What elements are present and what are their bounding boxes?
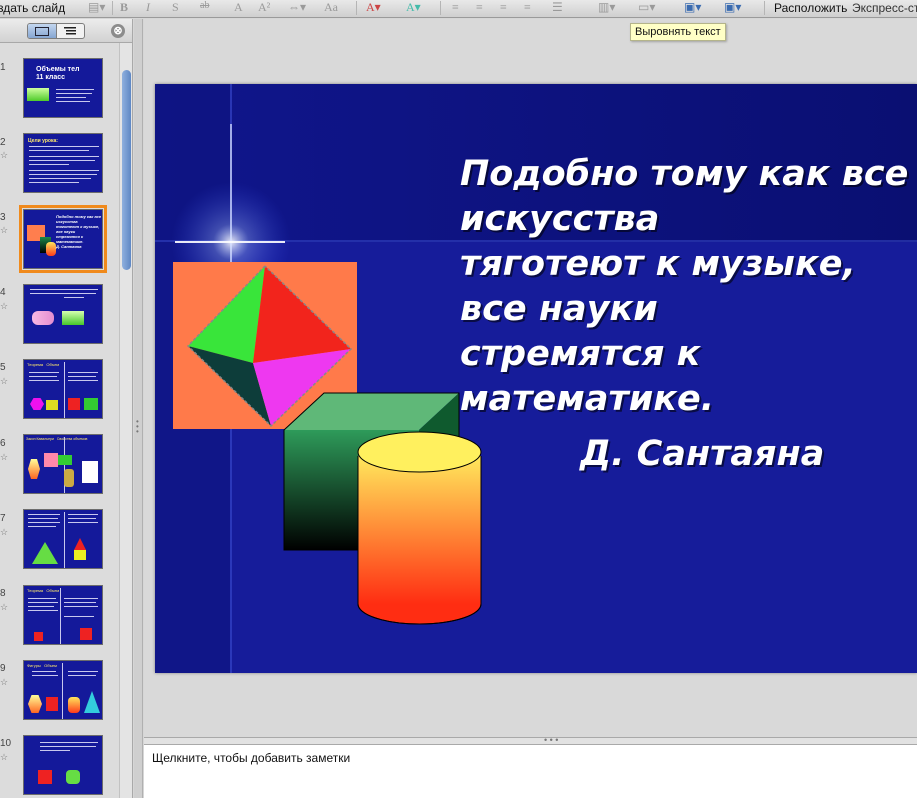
slide-quote-text[interactable]: Подобно тому как все искусства тяготеют …: [460, 152, 917, 422]
superscript-button[interactable]: A: [234, 0, 243, 14]
thumb-title: Цели урока:: [28, 138, 58, 144]
thumb-quote: Подобно тому как все искусства тяготеют …: [56, 214, 102, 249]
shadow-button[interactable]: S: [172, 0, 179, 14]
slide-number: 9: [0, 663, 6, 674]
slide-number: 10: [0, 738, 12, 749]
formatting-toolbar: здать слайд ▤▾ B I S ab A A² ⇔▾ Aa A▾ A▾…: [0, 0, 917, 18]
bullets-icon[interactable]: ☰: [552, 0, 563, 14]
toolbar-separator: [112, 1, 113, 15]
subscript-button[interactable]: A²: [258, 0, 270, 14]
layout-icon[interactable]: ▤▾: [88, 0, 105, 14]
outline-view-icon[interactable]: [57, 24, 85, 38]
transition-star-icon: ☆: [0, 225, 9, 235]
transition-star-icon: ☆: [0, 376, 9, 386]
slide-author-text[interactable]: Д. Сантаяна: [580, 432, 824, 477]
toolbar-separator: [356, 1, 357, 15]
slide-thumbnail-7[interactable]: [23, 509, 103, 569]
thumb-cylinder: [32, 311, 54, 325]
thumb-title: Теорема Объем: [27, 362, 60, 367]
character-spacing-icon[interactable]: ⇔▾: [288, 0, 306, 14]
slide-number: 3: [0, 212, 6, 223]
thumb-title: Теорема Объем: [27, 588, 60, 593]
columns-icon[interactable]: ▥▾: [598, 0, 615, 14]
slide-thumbnail-2[interactable]: Цели урока:: [23, 133, 103, 193]
change-case-button[interactable]: Aa: [324, 0, 338, 14]
slides-view-icon[interactable]: [28, 24, 57, 38]
slide-thumbnails-panel: ⊗ 1 Объемы тел 11 класс 2 ☆ Цели урока:: [0, 19, 133, 798]
align-text-icon[interactable]: ▣▾: [684, 0, 701, 14]
powerpoint-window: здать слайд ▤▾ B I S ab A A² ⇔▾ Aa A▾ A▾…: [0, 0, 917, 798]
new-slide-button[interactable]: здать слайд: [0, 1, 65, 15]
slide-thumbnail-10[interactable]: [23, 735, 103, 795]
notes-pane[interactable]: Щелкните, чтобы добавить заметки: [144, 745, 917, 798]
slide-number: 5: [0, 362, 6, 373]
transition-star-icon: ☆: [0, 752, 9, 762]
slide-number: 7: [0, 513, 6, 524]
splitter-grip-icon: • • •: [136, 417, 139, 436]
thumb-prism: [62, 311, 84, 325]
font-color-icon[interactable]: A▾: [366, 0, 381, 14]
thumb-cylinder: [46, 242, 56, 256]
italic-button[interactable]: I: [146, 0, 150, 14]
close-panel-icon[interactable]: ⊗: [111, 24, 125, 38]
quick-styles-button[interactable]: Экспресс-сти: [852, 1, 917, 15]
slide-thumbnail-6[interactable]: Закон Кавальери Свойства объемов: [23, 434, 103, 494]
justify-icon[interactable]: ≡: [524, 0, 531, 14]
slide-number: 6: [0, 438, 6, 449]
transition-star-icon: ☆: [0, 677, 9, 687]
slide-thumbnail-9[interactable]: Фигуры Объем: [23, 660, 103, 720]
thumb-prism-shape: [27, 88, 49, 101]
slide-number: 1: [0, 62, 6, 73]
scrollbar-thumb[interactable]: [122, 70, 131, 270]
arrange-button[interactable]: Расположить: [774, 1, 847, 15]
align-text-tooltip: Выровнять текст: [630, 23, 726, 41]
bold-button[interactable]: B: [120, 0, 128, 14]
thumbnail-scrollbar[interactable]: [119, 43, 132, 798]
slide-number: 4: [0, 287, 6, 298]
toolbar-separator: [764, 1, 765, 15]
slide-thumbnail-5[interactable]: Теорема Объем: [23, 359, 103, 419]
slide-thumbnail-4[interactable]: [23, 284, 103, 344]
slide-thumbnail-1[interactable]: Объемы тел 11 класс: [23, 58, 103, 118]
align-right-icon[interactable]: ≡: [500, 0, 507, 14]
transition-star-icon: ☆: [0, 527, 9, 537]
view-mode-toggle[interactable]: [27, 23, 85, 39]
transition-star-icon: ☆: [0, 301, 9, 311]
transition-star-icon: ☆: [0, 452, 9, 462]
toolbar-separator: [440, 1, 441, 15]
strikethrough-button[interactable]: ab: [200, 0, 209, 14]
slide-thumbnail-8[interactable]: Теорема Объем: [23, 585, 103, 645]
splitter-grip-icon: • • •: [544, 735, 559, 745]
transition-star-icon: ☆: [0, 602, 9, 612]
notes-splitter[interactable]: • • •: [144, 735, 917, 745]
align-left-icon[interactable]: ≡: [452, 0, 459, 14]
panel-splitter[interactable]: • • •: [134, 19, 143, 798]
notes-placeholder[interactable]: Щелкните, чтобы добавить заметки: [152, 751, 350, 765]
text-direction-icon[interactable]: ▭▾: [638, 0, 655, 14]
transition-star-icon: ☆: [0, 150, 9, 160]
thumb-title: Закон Кавальери Свойства объемов: [26, 437, 88, 441]
align-center-icon[interactable]: ≡: [476, 0, 483, 14]
slide-number: 2: [0, 137, 6, 148]
slide-thumbnail-3[interactable]: Подобно тому как все искусства тяготеют …: [19, 205, 107, 273]
thumb-title: Объемы тел 11 класс: [36, 66, 80, 81]
slide-number: 8: [0, 588, 6, 599]
thumb-title: Фигуры Объем: [27, 663, 57, 668]
current-slide[interactable]: Подобно тому как все искусства тяготеют …: [155, 84, 917, 673]
convert-to-smartart-icon[interactable]: ▣▾: [724, 0, 741, 14]
panel-header: ⊗: [0, 19, 132, 43]
text-highlight-icon[interactable]: A▾: [406, 0, 421, 14]
